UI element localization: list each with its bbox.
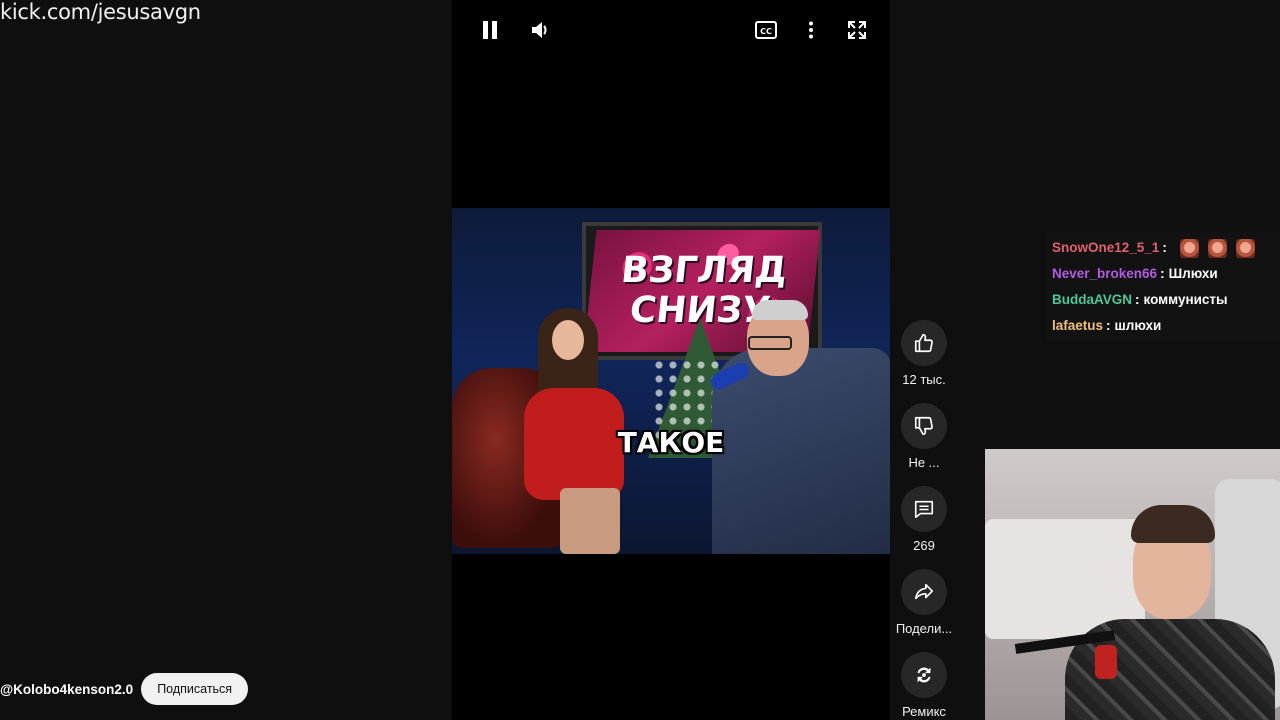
remix-action[interactable]: Ремикс <box>890 652 958 719</box>
dislike-button[interactable] <box>901 403 947 449</box>
streamer-webcam <box>985 449 1280 720</box>
thumbs-up-icon <box>914 333 933 353</box>
more-options-button[interactable] <box>797 16 825 44</box>
dislike-label: Не ... <box>908 455 940 470</box>
pause-icon <box>483 21 497 39</box>
like-count: 12 тыс. <box>902 372 946 387</box>
svg-text:CC: CC <box>760 27 772 36</box>
stream-url-overlay: kick.com/jesusavgn <box>0 0 201 24</box>
share-button[interactable] <box>901 569 947 615</box>
thumbs-down-icon <box>914 416 933 436</box>
video-caption: ТАКОЕ <box>617 426 725 459</box>
fullscreen-icon <box>848 21 866 39</box>
chat-message: Never_broken66 : Шлюхи <box>1052 261 1280 287</box>
microphone <box>1095 645 1117 679</box>
volume-icon <box>532 22 547 38</box>
channel-bar: @Kolobo4kenson2.0 Подписаться <box>0 673 249 705</box>
chat-username: SnowOne12_5_1 <box>1052 240 1160 255</box>
volume-button[interactable] <box>527 16 555 44</box>
share-action[interactable]: Подели... <box>890 569 958 636</box>
chat-overlay: SnowOne12_5_1 : Never_broken66 : Шлюхи B… <box>1046 232 1280 342</box>
chat-message: BuddaAVGN : коммунисты <box>1052 287 1280 313</box>
show-title-line-1: ВЗГЛЯД <box>619 250 790 291</box>
comments-action[interactable]: 269 <box>890 486 958 553</box>
emote-icon <box>1207 238 1227 258</box>
video-frame: ВЗГЛЯД СНИЗУ ТАКОЕ <box>452 208 890 554</box>
comments-count: 269 <box>913 538 935 553</box>
subscribe-button[interactable]: Подписаться <box>141 673 249 705</box>
emote-icon <box>1179 238 1199 258</box>
channel-handle[interactable]: @Kolobo4kenson2.0 <box>0 682 133 697</box>
chat-username: lafaetus <box>1052 318 1104 333</box>
chat-message: SnowOne12_5_1 : <box>1052 235 1280 261</box>
emote-icon <box>1235 238 1255 258</box>
share-label: Подели... <box>895 621 953 636</box>
remix-button[interactable] <box>901 652 947 698</box>
more-vertical-icon <box>809 21 813 39</box>
chat-text: шлюхи <box>1114 318 1162 333</box>
chat-text: коммунисты <box>1143 292 1228 307</box>
remix-icon <box>917 667 931 683</box>
like-action[interactable]: 12 тыс. <box>890 320 958 387</box>
chat-message: lafaetus : шлюхи <box>1052 313 1280 339</box>
fullscreen-button[interactable] <box>843 16 871 44</box>
captions-button[interactable]: CC <box>752 16 780 44</box>
chat-username: BuddaAVGN <box>1052 292 1132 307</box>
video-player[interactable]: CC ВЗГЛЯД СНИЗУ ТАКОЕ <box>452 0 890 720</box>
chat-text: Шлюхи <box>1168 266 1218 281</box>
comment-icon <box>914 500 934 519</box>
dislike-action[interactable]: Не ... <box>890 403 958 470</box>
pause-button[interactable] <box>476 16 504 44</box>
comments-button[interactable] <box>901 486 947 532</box>
like-button[interactable] <box>901 320 947 366</box>
captions-icon: CC <box>755 21 777 39</box>
share-icon <box>914 583 934 600</box>
chat-username: Never_broken66 <box>1052 266 1158 281</box>
remix-label: Ремикс <box>902 704 946 719</box>
